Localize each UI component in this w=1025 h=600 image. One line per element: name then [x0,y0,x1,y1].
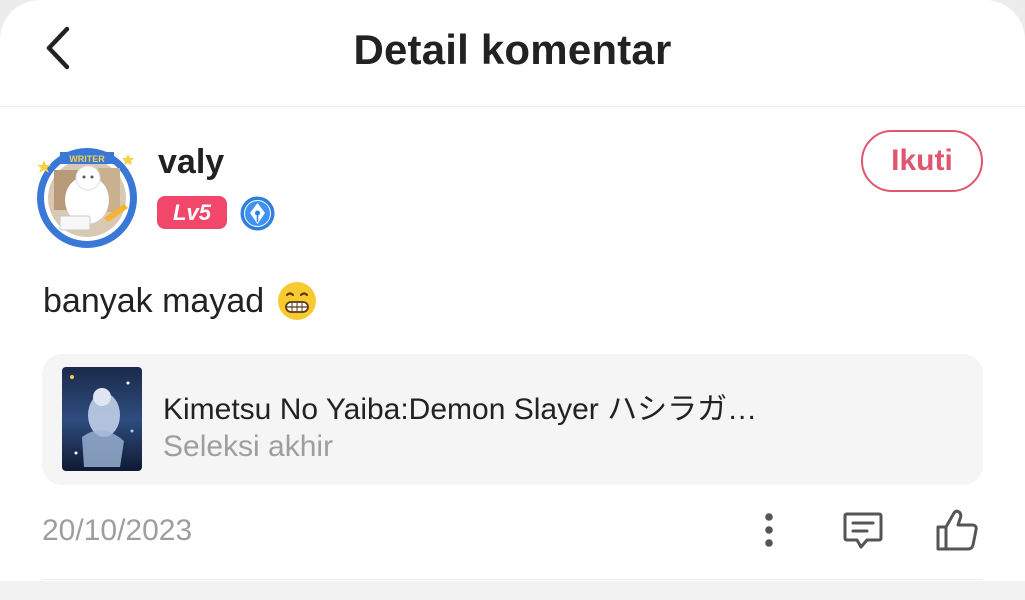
more-vertical-icon [765,513,773,547]
book-title: Kimetsu No Yaiba:Demon Slayer ハシラガ… [163,393,758,426]
like-button[interactable] [932,505,982,555]
avatar-badge-text: WRITER [69,154,105,164]
reply-button[interactable] [838,505,888,555]
pen-nib-icon [239,195,276,232]
thumbs-up-icon [936,509,978,551]
divider [42,579,983,580]
page-title: Detail komentar [353,26,672,73]
comment-body: banyak mayad [43,280,318,322]
avatar[interactable]: WRITER [32,140,142,250]
book-status: Seleksi akhir [163,430,334,463]
username[interactable]: valy [158,143,224,182]
comment-date: 20/10/2023 [42,514,193,547]
comment-text: banyak mayad [43,281,265,320]
comment-icon [843,512,883,549]
section-separator [0,581,1025,600]
book-cover [62,367,142,471]
book-card[interactable]: Kimetsu No Yaiba:Demon Slayer ハシラガ… Sele… [42,354,983,485]
header-bar: Detail komentar [0,0,1025,107]
follow-button[interactable]: Ikuti [861,130,983,192]
comment-detail-sheet: Detail komentar WRITER valy Lv5 Ikuti ba… [0,0,1025,600]
more-options-button[interactable] [744,505,794,555]
grinning-face-emoji [278,282,317,320]
level-badge: Lv5 [157,196,227,229]
